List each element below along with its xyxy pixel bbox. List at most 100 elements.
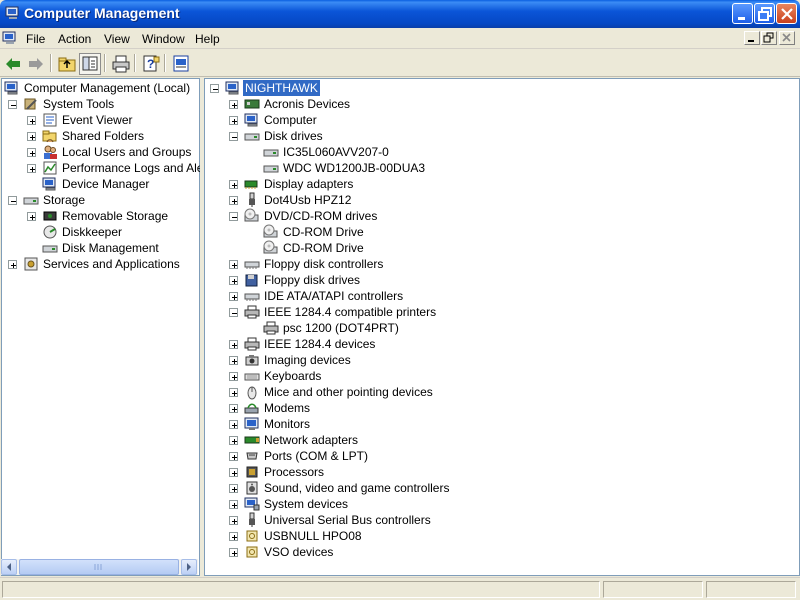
console-tree-pane[interactable]: Computer Management (Local) System Tools E… [1, 78, 217, 576]
device-tree-node-label[interactable]: CD-ROM Drive [281, 224, 366, 240]
device-tree-node[interactable]: Modems [205, 400, 799, 416]
device-tree-node[interactable]: IC35L060AVV207-0 [205, 144, 799, 160]
up-one-level-button[interactable] [56, 53, 78, 75]
scrollbar-thumb[interactable] [19, 559, 179, 575]
device-tree-node-label[interactable]: IEEE 1284.4 devices [262, 336, 377, 352]
menu-help[interactable]: Help [195, 32, 220, 46]
computer-management-icon[interactable] [2, 30, 18, 46]
collapse-button[interactable] [229, 308, 238, 317]
expand-button[interactable] [229, 116, 238, 125]
help-button[interactable]: ? [140, 53, 162, 75]
device-tree-node-label[interactable]: Sound, video and game controllers [262, 480, 451, 496]
menu-file[interactable]: File [26, 32, 45, 46]
properties-button[interactable] [170, 53, 192, 75]
expand-button[interactable] [27, 212, 36, 221]
expand-button[interactable] [229, 372, 238, 381]
device-tree-node[interactable]: DVD/CD-ROM drives [205, 208, 799, 224]
console-tree-node-label[interactable]: System Tools [41, 96, 116, 112]
menu-view[interactable]: View [104, 32, 130, 46]
device-tree-node-label[interactable]: VSO devices [262, 544, 335, 560]
device-tree-node[interactable]: Universal Serial Bus controllers [205, 512, 799, 528]
console-tree-node[interactable]: Disk Management [2, 240, 199, 256]
console-tree-node-label[interactable]: Removable Storage [60, 208, 170, 224]
device-tree-node[interactable]: Sound, video and game controllers [205, 480, 799, 496]
expand-button[interactable] [229, 260, 238, 269]
device-tree-node-label[interactable]: Network adapters [262, 432, 360, 448]
forward-button[interactable] [25, 53, 47, 75]
device-tree-node[interactable]: Acronis Devices [205, 96, 799, 112]
device-tree-node-label[interactable]: IC35L060AVV207-0 [281, 144, 391, 160]
device-tree-node-label[interactable]: Modems [262, 400, 312, 416]
console-tree-node-label[interactable]: Storage [41, 192, 87, 208]
device-tree-node-label[interactable]: psc 1200 (DOT4PRT) [281, 320, 401, 336]
console-tree-node-label[interactable]: Shared Folders [60, 128, 146, 144]
device-tree-node[interactable]: Keyboards [205, 368, 799, 384]
device-tree-node-label[interactable]: Mice and other pointing devices [262, 384, 435, 400]
device-tree-node-label[interactable]: Dot4Usb HPZ12 [262, 192, 353, 208]
device-tree-node-label[interactable]: System devices [262, 496, 350, 512]
expand-button[interactable] [229, 340, 238, 349]
device-tree-node-label[interactable]: IEEE 1284.4 compatible printers [262, 304, 438, 320]
device-tree-node[interactable]: VSO devices [205, 544, 799, 560]
expand-button[interactable] [229, 180, 238, 189]
print-button[interactable] [110, 53, 132, 75]
device-tree-node-label[interactable]: IDE ATA/ATAPI controllers [262, 288, 405, 304]
device-tree-node[interactable]: Processors [205, 464, 799, 480]
console-tree-node-label[interactable]: Local Users and Groups [60, 144, 193, 160]
device-tree-node[interactable]: System devices [205, 496, 799, 512]
device-tree-node[interactable]: Monitors [205, 416, 799, 432]
device-tree-pane[interactable]: NIGHTHAWK Acronis Devices Computer Disk dri… [204, 78, 800, 576]
device-tree-node-label[interactable]: Disk drives [262, 128, 325, 144]
device-tree-node-label[interactable]: Universal Serial Bus controllers [262, 512, 433, 528]
expand-button[interactable] [229, 484, 238, 493]
expand-button[interactable] [8, 260, 17, 269]
console-tree-node[interactable]: Diskkeeper [2, 224, 199, 240]
device-tree-node-label[interactable]: Computer [262, 112, 319, 128]
menu-window[interactable]: Window [142, 32, 185, 46]
device-tree-node[interactable]: IDE ATA/ATAPI controllers [205, 288, 799, 304]
device-tree-node[interactable]: Network adapters [205, 432, 799, 448]
device-tree-node[interactable]: NIGHTHAWK [205, 80, 799, 96]
device-tree-node[interactable]: CD-ROM Drive [205, 224, 799, 240]
expand-button[interactable] [229, 548, 238, 557]
expand-button[interactable] [229, 196, 238, 205]
child-close-button[interactable] [779, 31, 795, 45]
device-tree-node[interactable]: Ports (COM & LPT) [205, 448, 799, 464]
expand-button[interactable] [229, 292, 238, 301]
console-tree-node[interactable]: System Tools [2, 96, 199, 112]
restore-button[interactable] [754, 3, 775, 24]
device-tree-node[interactable]: IEEE 1284.4 compatible printers [205, 304, 799, 320]
collapse-button[interactable] [229, 132, 238, 141]
console-tree-node-label[interactable]: Computer Management (Local) [22, 80, 192, 96]
minimize-button[interactable] [732, 3, 753, 24]
device-tree-node[interactable]: psc 1200 (DOT4PRT) [205, 320, 799, 336]
device-tree-node[interactable]: USBNULL HPO08 [205, 528, 799, 544]
child-restore-button[interactable] [761, 31, 777, 45]
console-tree-node[interactable]: Device Manager [2, 176, 199, 192]
expand-button[interactable] [229, 356, 238, 365]
expand-button[interactable] [27, 148, 36, 157]
show-hide-console-tree-button[interactable] [79, 53, 101, 75]
device-tree-node-label[interactable]: Imaging devices [262, 352, 353, 368]
device-tree-node[interactable]: WDC WD1200JB-00DUA3 [205, 160, 799, 176]
console-tree-node[interactable]: Local Users and Groups [2, 144, 199, 160]
collapse-button[interactable] [8, 196, 17, 205]
device-tree-node-label[interactable]: Keyboards [262, 368, 323, 384]
expand-button[interactable] [229, 436, 238, 445]
title-bar[interactable]: Computer Management [0, 0, 800, 28]
expand-button[interactable] [229, 468, 238, 477]
collapse-button[interactable] [210, 84, 219, 93]
console-tree-node-label[interactable]: Disk Management [60, 240, 161, 256]
console-tree-node-label[interactable]: Performance Logs and Alerts [60, 160, 219, 176]
scroll-left-button[interactable] [1, 559, 17, 575]
expand-button[interactable] [27, 116, 36, 125]
console-tree-node[interactable]: Computer Management (Local) [2, 80, 199, 96]
back-button[interactable] [2, 53, 24, 75]
device-tree-node[interactable]: Imaging devices [205, 352, 799, 368]
console-tree-node[interactable]: Services and Applications [2, 256, 199, 272]
device-tree-node-label[interactable]: Processors [262, 464, 326, 480]
device-tree-node-label[interactable]: WDC WD1200JB-00DUA3 [281, 160, 427, 176]
expand-button[interactable] [229, 452, 238, 461]
device-tree-node-label[interactable]: Floppy disk controllers [262, 256, 385, 272]
device-tree-node[interactable]: Floppy disk drives [205, 272, 799, 288]
